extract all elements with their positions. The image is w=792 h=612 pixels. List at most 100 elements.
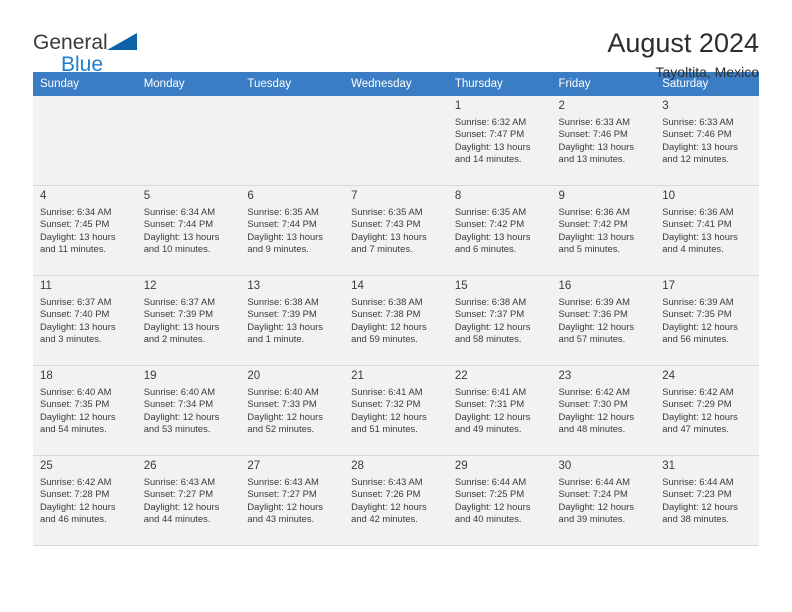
calendar-day-cell[interactable]: 10 Sunrise: 6:36 AM Sunset: 7:41 PM Dayligh… [655, 186, 759, 275]
calendar-day-cell[interactable]: 24 Sunrise: 6:42 AM Sunset: 7:29 PM Dayligh… [655, 366, 759, 455]
calendar-day-cell[interactable]: 1 Sunrise: 6:32 AM Sunset: 7:47 PM Daylight… [447, 96, 552, 185]
day-sunrise-text: Sunrise: 6:40 AM [247, 386, 319, 397]
weekday-header-tuesday: Tuesday [240, 72, 345, 96]
day-daylight-text: and 7 minutes. [351, 243, 413, 255]
day-cell-content: 25 Sunrise: 6:42 AM Sunset: 7:28 PM Dayligh… [33, 456, 137, 545]
calendar-day-cell[interactable]: 7 Sunrise: 6:35 AM Sunset: 7:43 PM Daylight… [344, 186, 448, 275]
day-number: 20 [247, 370, 261, 382]
calendar-day-cell[interactable]: 28 Sunrise: 6:43 AM Sunset: 7:26 PM Dayligh… [344, 456, 448, 545]
calendar-day-cell[interactable]: 3 Sunrise: 6:33 AM Sunset: 7:46 PM Daylight… [655, 96, 759, 185]
day-number: 13 [247, 280, 261, 292]
day-daylight-text: Daylight: 12 hours [558, 320, 635, 332]
day-sunset-text: Sunset: 7:29 PM [662, 398, 732, 410]
calendar-day-cell[interactable]: 9 Sunrise: 6:36 AM Sunset: 7:42 PM Daylight… [551, 186, 656, 275]
day-daylight-text: Daylight: 13 hours [351, 230, 427, 242]
day-daylight-text: Daylight: 12 hours [351, 410, 427, 422]
day-sunset-text: Sunset: 7:39 PM [143, 308, 214, 320]
day-cell-content: 9 Sunrise: 6:36 AM Sunset: 7:42 PM Daylight… [552, 186, 656, 275]
day-sunrise-text: Sunrise: 6:43 AM [351, 476, 423, 487]
logo-word-blue: Blue [61, 53, 104, 76]
day-daylight-text: Daylight: 12 hours [351, 500, 427, 512]
day-cell-content: 20 Sunrise: 6:40 AM Sunset: 7:33 PM Dayligh… [240, 366, 344, 455]
calendar-day-cell[interactable]: 29 Sunrise: 6:44 AM Sunset: 7:25 PM Dayligh… [447, 456, 552, 545]
calendar-day-cell[interactable]: 20 Sunrise: 6:40 AM Sunset: 7:33 PM Dayligh… [240, 366, 345, 455]
day-daylight-text: Daylight: 12 hours [247, 410, 323, 422]
day-sunset-text: Sunset: 7:23 PM [662, 488, 732, 500]
day-cell-content: 10 Sunrise: 6:36 AM Sunset: 7:41 PM Dayligh… [655, 186, 759, 275]
day-daylight-text: and 48 minutes. [558, 423, 626, 435]
day-sunrise-text: Sunrise: 6:43 AM [143, 476, 216, 487]
weekday-header-thursday: Thursday [447, 72, 552, 96]
day-cell-content: 12 Sunrise: 6:37 AM Sunset: 7:39 PM Dayligh… [137, 276, 241, 365]
day-daylight-text: and 5 minutes. [558, 243, 621, 255]
calendar-day-cell[interactable]: 25 Sunrise: 6:42 AM Sunset: 7:28 PM Dayligh… [33, 456, 137, 545]
calendar-day-cell[interactable]: 22 Sunrise: 6:41 AM Sunset: 7:31 PM Dayligh… [447, 366, 552, 455]
calendar-day-cell[interactable]: 19 Sunrise: 6:40 AM Sunset: 7:34 PM Dayligh… [136, 366, 241, 455]
day-daylight-text: and 43 minutes. [247, 513, 315, 525]
calendar-day-cell[interactable]: 27 Sunrise: 6:43 AM Sunset: 7:27 PM Dayligh… [240, 456, 345, 545]
calendar-day-cell[interactable]: 5 Sunrise: 6:34 AM Sunset: 7:44 PM Daylight… [136, 186, 241, 275]
day-number: 5 [143, 190, 151, 202]
day-sunrise-text: Sunrise: 6:38 AM [454, 296, 527, 307]
calendar-day-cell[interactable]: 8 Sunrise: 6:35 AM Sunset: 7:42 PM Daylight… [447, 186, 552, 275]
day-daylight-text: Daylight: 12 hours [558, 500, 635, 512]
calendar-day-cell[interactable]: 31 Sunrise: 6:44 AM Sunset: 7:23 PM Dayligh… [655, 456, 759, 545]
day-daylight-text: Daylight: 12 hours [143, 410, 220, 422]
day-daylight-text: and 2 minutes. [143, 333, 206, 345]
day-daylight-text: Daylight: 13 hours [247, 320, 323, 332]
day-daylight-text: Daylight: 13 hours [558, 140, 635, 152]
day-daylight-text: and 10 minutes. [143, 243, 211, 255]
day-number: 6 [247, 190, 254, 202]
calendar-day-cell[interactable]: 26 Sunrise: 6:43 AM Sunset: 7:27 PM Dayligh… [136, 456, 241, 545]
day-daylight-text: and 14 minutes. [454, 153, 522, 165]
calendar-day-cell[interactable]: 18 Sunrise: 6:40 AM Sunset: 7:35 PM Dayligh… [33, 366, 137, 455]
calendar-row-divider [33, 545, 759, 546]
day-number: 19 [143, 370, 157, 382]
day-number: 11 [40, 280, 52, 292]
day-number: 16 [558, 280, 572, 292]
day-daylight-text: Daylight: 12 hours [662, 500, 738, 512]
calendar-cell-empty [33, 96, 137, 185]
day-daylight-text: and 44 minutes. [143, 513, 211, 525]
day-number: 21 [351, 370, 364, 382]
calendar-day-cell[interactable]: 15 Sunrise: 6:38 AM Sunset: 7:37 PM Dayligh… [447, 276, 552, 365]
calendar-day-cell[interactable]: 16 Sunrise: 6:39 AM Sunset: 7:36 PM Dayligh… [551, 276, 656, 365]
calendar-day-cell[interactable]: 11 Sunrise: 6:37 AM Sunset: 7:40 PM Dayligh… [33, 276, 137, 365]
generalblue-logo[interactable]: General Blue [33, 28, 137, 75]
calendar-day-cell[interactable]: 23 Sunrise: 6:42 AM Sunset: 7:30 PM Dayligh… [551, 366, 656, 455]
day-sunrise-text: Sunrise: 6:33 AM [662, 116, 734, 127]
day-number: 31 [662, 460, 676, 472]
day-daylight-text: and 51 minutes. [351, 423, 418, 435]
day-daylight-text: and 57 minutes. [558, 333, 626, 345]
calendar-day-cell[interactable]: 6 Sunrise: 6:35 AM Sunset: 7:44 PM Daylight… [240, 186, 345, 275]
calendar-day-cell[interactable]: 21 Sunrise: 6:41 AM Sunset: 7:32 PM Dayligh… [344, 366, 448, 455]
day-sunset-text: Sunset: 7:26 PM [351, 488, 421, 500]
calendar-day-cell[interactable]: 13 Sunrise: 6:38 AM Sunset: 7:39 PM Dayligh… [240, 276, 345, 365]
calendar-day-cell[interactable]: 2 Sunrise: 6:33 AM Sunset: 7:46 PM Daylight… [551, 96, 656, 185]
day-sunrise-text: Sunrise: 6:40 AM [40, 386, 112, 397]
day-sunrise-text: Sunrise: 6:38 AM [247, 296, 319, 307]
day-sunrise-text: Sunrise: 6:39 AM [662, 296, 734, 307]
logo-top-row: General [33, 32, 137, 53]
day-sunrise-text: Sunrise: 6:34 AM [143, 206, 216, 217]
calendar-day-cell[interactable]: 12 Sunrise: 6:37 AM Sunset: 7:39 PM Dayligh… [136, 276, 241, 365]
day-daylight-text: and 11 minutes. [40, 243, 107, 255]
day-number: 10 [662, 190, 676, 202]
calendar-day-cell[interactable]: 4 Sunrise: 6:34 AM Sunset: 7:45 PM Daylight… [33, 186, 137, 275]
day-daylight-text: Daylight: 13 hours [454, 230, 531, 242]
day-daylight-text: and 53 minutes. [143, 423, 211, 435]
calendar-day-cell[interactable]: 30 Sunrise: 6:44 AM Sunset: 7:24 PM Dayligh… [551, 456, 656, 545]
calendar-week-row: 1 Sunrise: 6:32 AM Sunset: 7:47 PM Daylight… [33, 96, 759, 185]
day-sunset-text: Sunset: 7:36 PM [558, 308, 628, 320]
day-sunset-text: Sunset: 7:44 PM [143, 218, 214, 230]
calendar-body: 1 Sunrise: 6:32 AM Sunset: 7:47 PM Daylight… [33, 96, 759, 546]
day-sunset-text: Sunset: 7:24 PM [558, 488, 628, 500]
day-daylight-text: Daylight: 13 hours [662, 140, 738, 152]
calendar-day-cell[interactable]: 17 Sunrise: 6:39 AM Sunset: 7:35 PM Dayligh… [655, 276, 759, 365]
calendar-day-cell[interactable]: 14 Sunrise: 6:38 AM Sunset: 7:38 PM Dayligh… [344, 276, 448, 365]
day-sunset-text: Sunset: 7:33 PM [247, 398, 317, 410]
day-sunset-text: Sunset: 7:27 PM [247, 488, 317, 500]
day-sunset-text: Sunset: 7:40 PM [40, 308, 110, 320]
day-sunset-text: Sunset: 7:27 PM [143, 488, 214, 500]
day-sunrise-text: Sunrise: 6:38 AM [351, 296, 423, 307]
